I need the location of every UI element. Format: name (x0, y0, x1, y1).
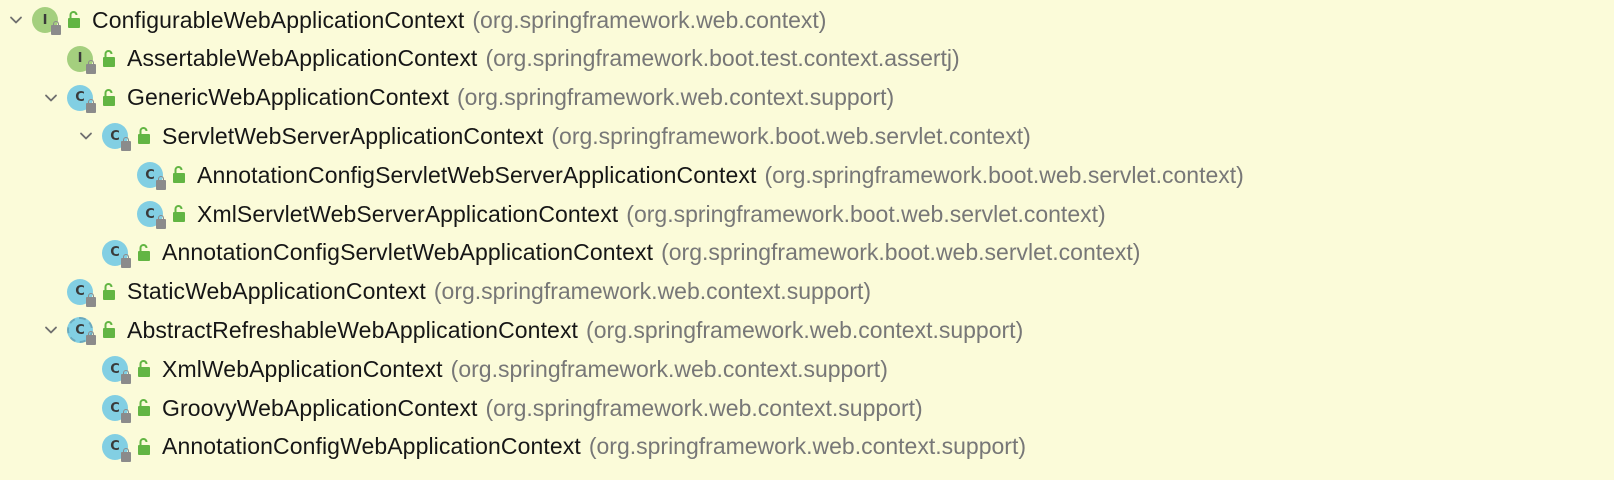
abstract-class-icon: C (67, 317, 96, 346)
tree-node[interactable]: I AssertableWebApplicationContext (org.spr… (39, 39, 960, 79)
lock-icon (121, 409, 131, 423)
class-icon: C (102, 239, 131, 268)
package-name: (org.springframework.web.context.support… (485, 394, 923, 421)
public-visibility-icon (99, 282, 119, 302)
lock-icon (51, 21, 61, 35)
class-icon: C (137, 162, 166, 191)
lock-icon (86, 292, 96, 307)
class-name: AbstractRefreshableWebApplicationContext (127, 316, 579, 343)
class-name: GroovyWebApplicationContext (162, 394, 478, 421)
class-icon: C (102, 123, 131, 152)
package-name: (org.springframework.web.context.support… (586, 316, 1024, 343)
class-icon: C (67, 84, 96, 113)
tree-node[interactable]: C XmlServletWebServerApplicationContext (o… (109, 194, 1106, 234)
lock-icon (86, 98, 96, 113)
chevron-down-icon[interactable] (39, 78, 63, 118)
tree-node[interactable]: C AnnotationConfigWebApplicationContext (o… (74, 427, 1026, 467)
tree-node[interactable]: C GenericWebApplicationContext (org.spring… (39, 78, 894, 118)
public-visibility-icon (169, 165, 189, 185)
public-visibility-icon (134, 126, 154, 146)
chevron-down-icon[interactable] (74, 116, 98, 156)
tree-node[interactable]: C AnnotationConfigServletWebApplicationCo… (74, 233, 1140, 273)
package-name: (org.springframework.web.context.support… (450, 355, 888, 382)
lock-icon (86, 59, 96, 74)
chevron-down-icon[interactable] (39, 310, 63, 350)
class-name: XmlWebApplicationContext (162, 355, 443, 382)
class-name: AnnotationConfigServletWebServerApplicat… (197, 161, 757, 188)
class-name: GenericWebApplicationContext (127, 84, 449, 111)
package-name: (org.springframework.web.context) (472, 6, 827, 33)
class-name: AnnotationConfigServletWebApplicationCon… (162, 239, 654, 266)
public-visibility-icon (99, 320, 119, 340)
class-name: AnnotationConfigWebApplicationContext (162, 433, 581, 460)
package-name: (org.springframework.web.context.support… (457, 84, 895, 111)
package-name: (org.springframework.boot.web.servlet.co… (626, 200, 1106, 227)
lock-icon (156, 215, 166, 229)
tree-node[interactable]: C StaticWebApplicationContext (org.springf… (39, 272, 871, 312)
public-visibility-icon (64, 10, 84, 30)
lock-icon (121, 447, 131, 462)
chevron-down-icon[interactable] (4, 0, 28, 40)
type-hierarchy-tree[interactable]: I ConfigurableWebApplicationContext (org.s… (0, 0, 1614, 480)
interface-icon: I (67, 45, 96, 74)
public-visibility-icon (134, 437, 154, 457)
class-icon: C (102, 395, 131, 423)
class-icon: C (102, 433, 131, 462)
class-name: ServletWebServerApplicationContext (162, 122, 544, 149)
class-icon: C (67, 278, 96, 307)
package-name: (org.springframework.boot.web.servlet.co… (551, 122, 1031, 149)
public-visibility-icon (99, 88, 119, 108)
public-visibility-icon (99, 49, 119, 69)
package-name: (org.springframework.boot.web.servlet.co… (661, 239, 1141, 266)
class-name: XmlServletWebServerApplicationContext (197, 200, 619, 227)
package-name: (org.springframework.web.context.support… (433, 278, 872, 305)
public-visibility-icon (169, 204, 189, 224)
public-visibility-icon (134, 398, 154, 418)
interface-icon: I (32, 7, 61, 35)
lock-icon (121, 370, 131, 385)
public-visibility-icon (134, 243, 154, 263)
class-name: StaticWebApplicationContext (127, 278, 426, 305)
class-name: ConfigurableWebApplicationContext (92, 6, 465, 33)
class-icon: C (137, 201, 166, 229)
lock-icon (86, 331, 96, 346)
package-name: (org.springframework.boot.test.context.a… (485, 45, 960, 72)
tree-node[interactable]: C ServletWebServerApplicationContext (org.… (74, 116, 1031, 156)
lock-icon (121, 253, 131, 268)
tree-node[interactable]: I ConfigurableWebApplicationContext (org.s… (4, 0, 826, 40)
tree-node[interactable]: C AbstractRefreshableWebApplicationContex… (39, 310, 1023, 350)
tree-node[interactable]: C AnnotationConfigServletWebServerApplica… (109, 155, 1244, 195)
tree-node[interactable]: C XmlWebApplicationContext (org.springfram… (74, 349, 888, 389)
lock-icon (121, 137, 131, 152)
tree-node[interactable]: C GroovyWebApplicationContext (org.springf… (74, 388, 923, 428)
class-name: AssertableWebApplicationContext (127, 45, 478, 72)
package-name: (org.springframework.web.context.support… (588, 433, 1027, 460)
class-icon: C (102, 356, 131, 385)
package-name: (org.springframework.boot.web.servlet.co… (764, 161, 1244, 188)
lock-icon (156, 176, 166, 191)
public-visibility-icon (134, 359, 154, 379)
